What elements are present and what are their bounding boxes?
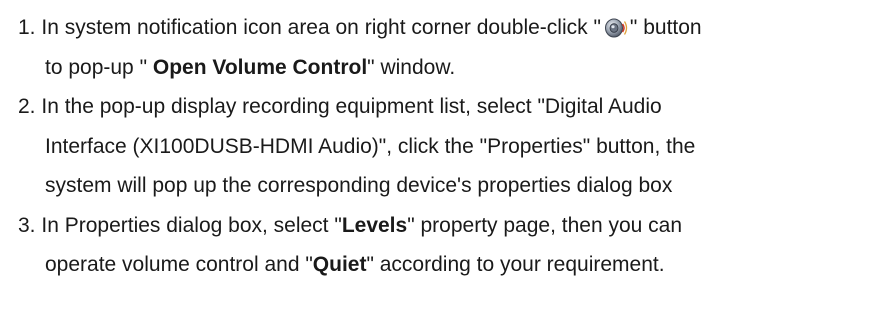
step-2-line-2: Interface (XI100DUSB-HDMI Audio)", click… bbox=[18, 127, 878, 167]
step-text: In the pop-up display recording equipmen… bbox=[41, 95, 662, 118]
bold-term-open-volume-control: Open Volume Control bbox=[152, 55, 368, 79]
step-text: In system notification icon area on righ… bbox=[41, 16, 601, 39]
bold-term-levels: Levels bbox=[341, 213, 408, 237]
step-text: Interface (XI100DUSB-HDMI Audio)", click… bbox=[45, 134, 696, 158]
step-number: 1. bbox=[18, 16, 36, 39]
step-text: In Properties dialog box, select " bbox=[41, 213, 342, 237]
speaker-icon bbox=[602, 13, 629, 38]
step-3-line-1: 3. In Properties dialog box, select "Lev… bbox=[18, 206, 878, 246]
step-2-line-1: 2. In the pop-up display recording equip… bbox=[18, 87, 878, 127]
step-text: to pop-up " bbox=[45, 55, 153, 79]
step-text: operate volume control and " bbox=[45, 253, 313, 276]
step-2-line-3: system will pop up the corresponding dev… bbox=[18, 166, 878, 206]
step-number: 2. bbox=[18, 95, 36, 118]
step-3-line-2: operate volume control and "Quiet" accor… bbox=[18, 245, 878, 285]
bold-term-quiet: Quiet bbox=[312, 253, 367, 276]
step-text: " according to your requirement. bbox=[366, 253, 665, 276]
instructions-document: 1. In system notification icon area on r… bbox=[18, 8, 878, 285]
step-1-line-1: 1. In system notification icon area on r… bbox=[18, 8, 878, 48]
step-1-line-2: to pop-up " Open Volume Control" window. bbox=[18, 48, 878, 88]
step-text: system will pop up the corresponding dev… bbox=[45, 174, 673, 197]
step-text: " window. bbox=[367, 55, 456, 79]
step-number: 3. bbox=[18, 213, 36, 237]
step-text: " property page, then you can bbox=[407, 213, 683, 237]
step-text: " button bbox=[629, 16, 702, 39]
